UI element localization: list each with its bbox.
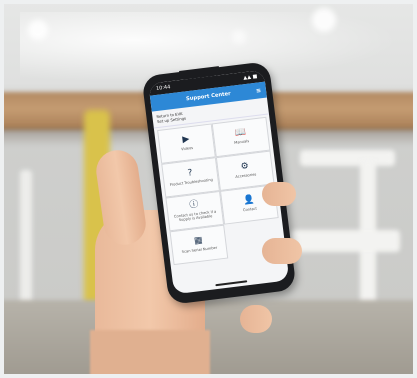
person-icon: 👤 <box>242 194 256 207</box>
tile-label: Manuals <box>234 139 250 145</box>
tile-label: Accessories <box>235 172 257 180</box>
bokeh-light <box>28 20 48 40</box>
sleeve <box>90 330 210 378</box>
app-title: Support Center <box>185 90 232 103</box>
info-icon: ⓘ <box>188 199 200 211</box>
tile-label: Scan Serial Number <box>181 245 218 255</box>
home-indicator[interactable] <box>215 280 248 287</box>
white-chair-back <box>300 150 395 166</box>
bokeh-light <box>232 30 246 44</box>
tile-label: Contact us to check if a Supply is Avail… <box>173 209 217 223</box>
tile-label: Product Troubleshooting <box>169 177 213 188</box>
hand-finger <box>262 182 296 206</box>
parts-icon: ⚙ <box>240 161 250 173</box>
status-time: 10:44 <box>155 84 171 92</box>
menu-icon[interactable]: ≡ <box>256 87 262 95</box>
hand-finger <box>240 305 272 333</box>
qr-icon: ▦ <box>193 235 204 247</box>
help-icon: ? <box>187 168 194 179</box>
tile-scan[interactable]: ▦ Scan Serial Number <box>169 224 229 265</box>
tile-label: Contact <box>242 206 258 213</box>
status-signal: ▲▲ ■ <box>243 73 258 82</box>
hand-finger <box>262 238 302 264</box>
white-chair-seat <box>290 230 400 252</box>
manual-icon: 📖 <box>234 127 247 139</box>
tile-label: Videos <box>180 146 194 152</box>
bokeh-light <box>312 8 336 32</box>
video-icon: ▶ <box>181 134 191 146</box>
